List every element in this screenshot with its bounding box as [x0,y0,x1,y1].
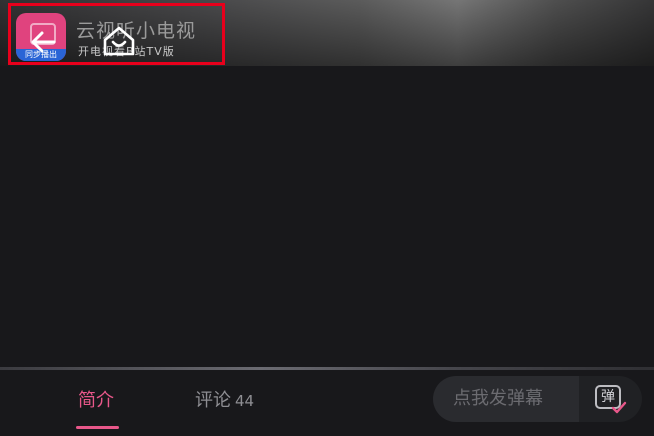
tab-comments-label: 评论 [195,390,231,411]
tab-comments[interactable]: 评论 44 [195,386,254,412]
danmaku-toggle-button[interactable]: 弹 [579,376,642,422]
tab-intro[interactable]: 简介 [78,386,114,412]
tab-bar: 简介 评论 44 点我发弹幕 弹 [0,370,654,436]
comment-count: 44 [235,392,255,410]
selection-highlight-box [8,3,225,65]
danmaku-input[interactable]: 点我发弹幕 [433,376,579,422]
active-tab-indicator [76,426,119,429]
check-icon [611,401,627,414]
